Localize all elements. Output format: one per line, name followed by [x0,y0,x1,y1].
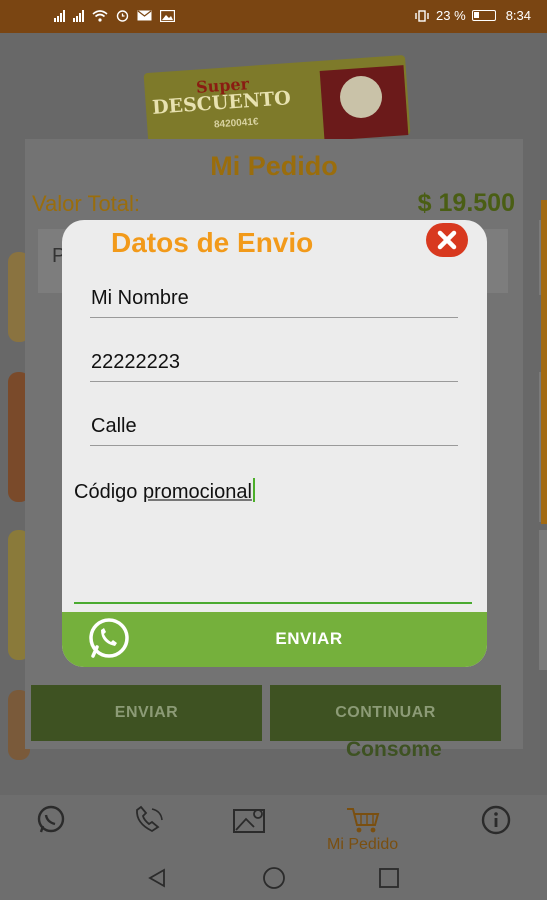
nav-whatsapp[interactable] [33,805,69,851]
home-icon [263,867,285,889]
close-icon [437,230,457,250]
phone-field[interactable]: 22222223 [90,351,458,382]
back-icon [148,868,165,888]
nav-label-mi-pedido: Mi Pedido [327,836,399,853]
home-button[interactable] [259,865,289,891]
status-bar: 23 % 8:34 [0,0,547,33]
enviar-button[interactable]: ENVIAR [31,685,262,741]
nav-map[interactable] [232,805,268,851]
send-whatsapp-button[interactable]: ENVIAR [62,612,487,667]
battery-icon [471,10,496,21]
chef-icon [340,76,382,118]
promo-word-1: Código [74,481,138,503]
consome-label: Consome [346,738,442,761]
promo-underline [74,602,472,604]
recents-icon [379,868,399,888]
clock: 8:34 [505,8,531,23]
order-title: Mi Pedido [210,151,338,181]
nav-mi-pedido[interactable]: Mi Pedido [327,805,399,853]
alarm-icon [116,10,129,22]
image-icon [160,9,175,22]
mail-icon [137,10,152,21]
status-left-icons [54,9,175,22]
vibrate-icon [415,9,429,22]
status-right-icons: 23 % 8:34 [414,8,531,23]
signal-icon [54,9,65,22]
envio-dialog: Datos de Envio Mi Nombre 22222223 Calle … [62,220,487,667]
bottom-nav: Mi Pedido [0,795,547,855]
continuar-button[interactable]: CONTINUAR [270,685,501,741]
recents-button[interactable] [374,865,404,891]
wifi-icon [92,9,108,22]
map-icon [232,805,268,835]
total-value: $ 19.500 [417,189,515,217]
text-cursor [252,478,255,502]
whatsapp-icon [33,805,69,835]
nav-phone[interactable] [132,805,168,851]
send-label: ENVIAR [275,629,343,648]
battery-percent: 23 % [436,8,466,23]
info-icon [478,805,514,835]
nav-info[interactable] [478,805,514,851]
list-edge [539,530,547,670]
phone-icon [132,805,168,835]
close-button[interactable] [426,223,468,257]
accent-bar [541,200,547,524]
promo-word-2: promocional [142,481,252,503]
envio-title: Datos de Envio [111,227,314,258]
name-field[interactable]: Mi Nombre [90,287,458,318]
total-label: Valor Total: [32,191,141,216]
cart-icon [345,805,381,835]
promo-code-field[interactable]: Código promocional [74,478,255,504]
signal-icon-2 [73,9,84,22]
back-button[interactable] [142,865,172,891]
system-nav-bar [0,855,547,900]
address-field[interactable]: Calle [90,415,458,446]
